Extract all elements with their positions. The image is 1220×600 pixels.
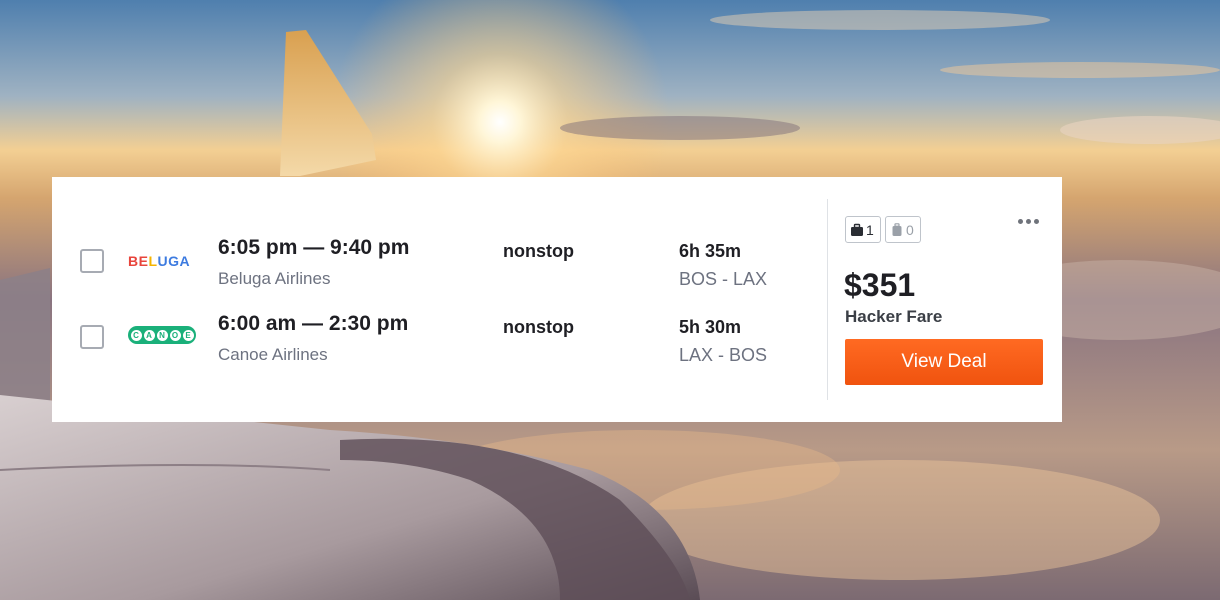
stops-label: nonstop: [503, 317, 574, 337]
flight-times: 6:05 pm — 9:40 pm: [218, 236, 410, 259]
select-leg-checkbox[interactable]: [80, 325, 104, 349]
flight-result-card: BELUGA 6:05 pm — 9:40 pm Beluga Airlines…: [52, 177, 1062, 422]
beluga-logo-letter: B: [128, 253, 139, 269]
flight-route: BOS - LAX: [679, 269, 768, 289]
beluga-logo-letter: G: [168, 253, 180, 269]
checked-bag-badge[interactable]: 0: [885, 216, 921, 243]
canoe-logo-letter: A: [143, 329, 155, 341]
canoe-logo-letter: N: [156, 329, 168, 341]
canoe-logo-letter: E: [182, 329, 194, 341]
fare-type: Hacker Fare: [845, 307, 943, 326]
canoe-logo-letter: O: [169, 329, 181, 341]
select-leg-checkbox[interactable]: [80, 249, 104, 273]
carry-on-bag-badge[interactable]: 1: [845, 216, 881, 243]
beluga-logo-letter: A: [179, 253, 191, 269]
canoe-logo: CANOE: [128, 326, 196, 344]
checked-bag-icon: [892, 222, 902, 236]
airline-name: Beluga Airlines: [218, 269, 331, 288]
beluga-logo-letter: L: [148, 253, 158, 269]
checked-bag-count: 0: [906, 221, 914, 238]
carry-on-count: 1: [866, 221, 874, 238]
flight-duration: 6h 35m: [679, 241, 742, 261]
flight-times: 6:00 am — 2:30 pm: [218, 312, 409, 335]
flight-leg-return: CANOE 6:00 am — 2:30 pm Canoe Airlines n…: [52, 308, 827, 368]
canoe-logo-letter: C: [130, 329, 142, 341]
more-options-icon[interactable]: [1018, 215, 1042, 227]
carry-on-bag-icon: [851, 223, 863, 236]
price-divider: [827, 199, 828, 400]
flight-duration: 5h 30m: [679, 317, 742, 337]
view-deal-button[interactable]: View Deal: [845, 339, 1043, 385]
flight-route: LAX - BOS: [679, 345, 768, 365]
beluga-logo: BELUGA: [128, 254, 190, 268]
airline-name: Canoe Airlines: [218, 345, 328, 364]
beluga-logo-letter: E: [138, 253, 149, 269]
beluga-logo-letter: U: [157, 253, 169, 269]
fare-price: $351: [844, 267, 916, 303]
flight-leg-outbound: BELUGA 6:05 pm — 9:40 pm Beluga Airlines…: [52, 232, 827, 292]
stops-label: nonstop: [503, 241, 574, 261]
